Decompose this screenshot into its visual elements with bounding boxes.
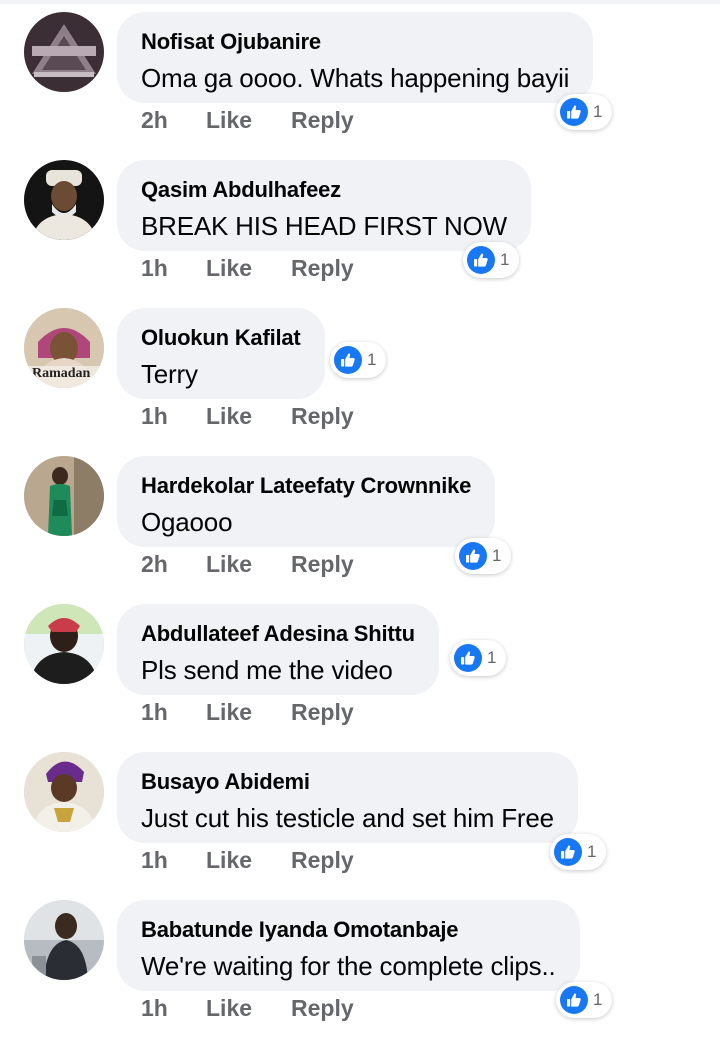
comment-time[interactable]: 2h <box>141 548 206 580</box>
like-thumb-icon <box>554 838 582 866</box>
comment-text: Pls send me the video <box>141 655 393 685</box>
comment-time[interactable]: 1h <box>141 992 206 1024</box>
avatar[interactable] <box>24 604 104 684</box>
like-thumb-icon <box>454 644 482 672</box>
comment-item: Nofisat Ojubanire Oma ga oooo. Whats hap… <box>0 0 720 148</box>
reaction-number: 1 <box>587 842 597 861</box>
reaction-count[interactable]: 1 <box>463 242 520 278</box>
comment-actions: 1h Like Reply <box>141 992 354 1024</box>
comment-author[interactable]: Babatunde Iyanda Omotanbaje <box>141 915 556 945</box>
reaction-count[interactable]: 1 <box>556 94 613 130</box>
reply-button[interactable]: Reply <box>291 400 354 432</box>
like-thumb-icon <box>459 542 487 570</box>
like-thumb-icon <box>560 98 588 126</box>
avatar[interactable] <box>24 456 104 536</box>
avatar[interactable] <box>24 752 104 832</box>
reply-button[interactable]: Reply <box>291 548 354 580</box>
comment-actions: 1h Like Reply <box>141 844 354 876</box>
comment-author[interactable]: Nofisat Ojubanire <box>141 27 569 57</box>
like-thumb-icon <box>334 346 362 374</box>
reaction-number: 1 <box>593 102 603 121</box>
reaction-number: 1 <box>487 648 497 667</box>
comment-text: We're waiting for the complete clips.. <box>141 951 556 981</box>
comment-item: Busayo Abidemi Just cut his testicle and… <box>0 740 720 888</box>
like-thumb-icon <box>560 986 588 1014</box>
reaction-number: 1 <box>492 546 502 565</box>
comment-bubble: Qasim Abdulhafeez BREAK HIS HEAD FIRST N… <box>117 160 531 251</box>
comment-actions: 1h Like Reply <box>141 696 354 728</box>
comment-time[interactable]: 2h <box>141 104 206 136</box>
comment-item: Babatunde Iyanda Omotanbaje We're waitin… <box>0 888 720 1036</box>
comment-author[interactable]: Busayo Abidemi <box>141 767 554 797</box>
comment-actions: 2h Like Reply <box>141 104 354 136</box>
comment-author[interactable]: Qasim Abdulhafeez <box>141 175 507 205</box>
reply-button[interactable]: Reply <box>291 252 354 284</box>
comment-author[interactable]: Abdullateef Adesina Shittu <box>141 619 415 649</box>
reply-button[interactable]: Reply <box>291 104 354 136</box>
reaction-number: 1 <box>500 250 510 269</box>
like-button[interactable]: Like <box>206 252 291 284</box>
reaction-count[interactable]: 1 <box>550 834 607 870</box>
avatar[interactable]: Ramadan <box>24 308 104 388</box>
comment-bubble: Nofisat Ojubanire Oma ga oooo. Whats hap… <box>117 12 594 103</box>
comment-author[interactable]: Hardekolar Lateefaty Crownnike <box>141 471 471 501</box>
like-button[interactable]: Like <box>206 104 291 136</box>
comment-time[interactable]: 1h <box>141 844 206 876</box>
reply-button[interactable]: Reply <box>291 844 354 876</box>
comment-time[interactable]: 1h <box>141 696 206 728</box>
avatar[interactable] <box>24 900 104 980</box>
comment-actions: 1h Like Reply <box>141 252 354 284</box>
comment-bubble: Oluokun Kafilat Terry <box>117 308 325 399</box>
comment-item: Ramadan Oluokun Kafilat Terry 1h Like Repl… <box>0 296 720 444</box>
avatar-caption: Ramadan <box>32 366 91 381</box>
comment-bubble: Babatunde Iyanda Omotanbaje We're waitin… <box>117 900 580 991</box>
comment-text: Ogaooo <box>141 507 233 537</box>
comment-item: Qasim Abdulhafeez BREAK HIS HEAD FIRST N… <box>0 148 720 296</box>
comment-text: Just cut his testicle and set him Free <box>141 803 554 833</box>
comment-actions: 1h Like Reply <box>141 400 354 432</box>
like-button[interactable]: Like <box>206 400 291 432</box>
comment-actions: 2h Like Reply <box>141 548 354 580</box>
comment-item: Hardekolar Lateefaty Crownnike Ogaooo 2h… <box>0 444 720 592</box>
comment-bubble: Hardekolar Lateefaty Crownnike Ogaooo <box>117 456 496 547</box>
reaction-number: 1 <box>367 350 377 369</box>
like-button[interactable]: Like <box>206 844 291 876</box>
reaction-count[interactable]: 1 <box>455 538 512 574</box>
like-thumb-icon <box>467 246 495 274</box>
comment-text: BREAK HIS HEAD FIRST NOW <box>141 211 507 241</box>
like-button[interactable]: Like <box>206 696 291 728</box>
avatar[interactable] <box>24 160 104 240</box>
reply-button[interactable]: Reply <box>291 992 354 1024</box>
comment-text: Oma ga oooo. Whats happening bayii <box>141 63 570 93</box>
reaction-number: 1 <box>593 990 603 1009</box>
reaction-count[interactable]: 1 <box>556 982 613 1018</box>
comment-author[interactable]: Oluokun Kafilat <box>141 323 301 353</box>
comment-time[interactable]: 1h <box>141 400 206 432</box>
like-button[interactable]: Like <box>206 992 291 1024</box>
avatar[interactable] <box>24 12 104 92</box>
comment-item: Abdullateef Adesina Shittu Pls send me t… <box>0 592 720 740</box>
reaction-count[interactable]: 1 <box>330 342 387 378</box>
reply-button[interactable]: Reply <box>291 696 354 728</box>
like-button[interactable]: Like <box>206 548 291 580</box>
comment-bubble: Busayo Abidemi Just cut his testicle and… <box>117 752 578 843</box>
comment-time[interactable]: 1h <box>141 252 206 284</box>
comment-text: Terry <box>141 359 198 389</box>
reaction-count[interactable]: 1 <box>450 640 507 676</box>
comment-bubble: Abdullateef Adesina Shittu Pls send me t… <box>117 604 439 695</box>
